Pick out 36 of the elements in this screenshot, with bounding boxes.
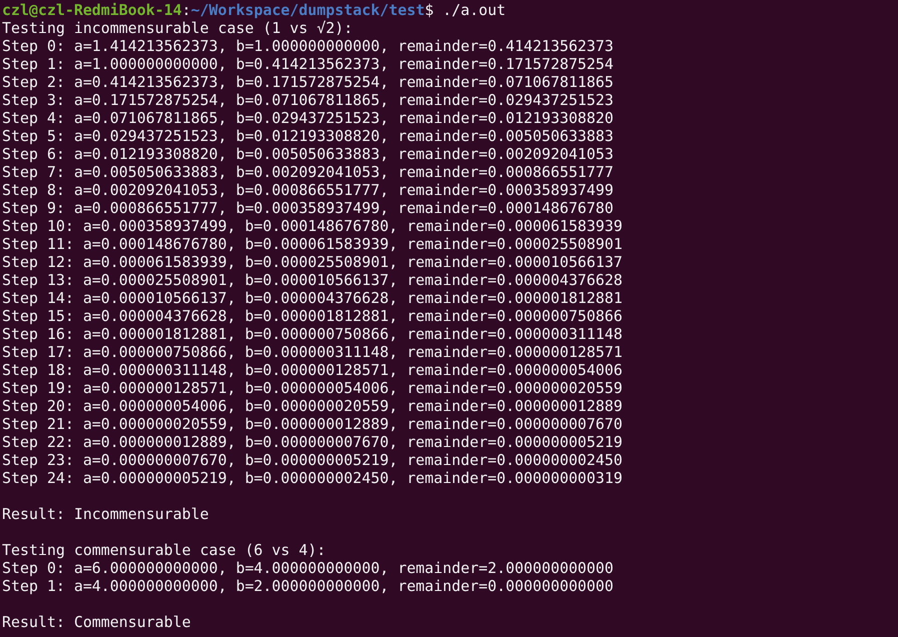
prompt-path: ~/Workspace/dumpstack/test [190,1,425,19]
output-line: Result: Incommensurable [2,505,209,523]
output-line: Step 21: a=0.000000020559, b=0.000000012889, remainder=0.000000007670 [2,415,623,433]
output-line: Step 11: a=0.000148676780, b=0.000061583939, remainder=0.000025508901 [2,235,623,253]
output-line: Step 18: a=0.000000311148, b=0.000000128571, remainder=0.000000054006 [2,361,623,379]
output-line: Step 1: a=1.000000000000, b=0.414213562373, remainder=0.171572875254 [2,55,614,73]
output-line: Step 24: a=0.000000005219, b=0.000000002450, remainder=0.000000000319 [2,469,623,487]
output-line: Step 6: a=0.012193308820, b=0.005050633883, remainder=0.002092041053 [2,145,614,163]
output-line: Step 3: a=0.171572875254, b=0.071067811865, remainder=0.029437251523 [2,91,614,109]
output-line: Step 0: a=6.000000000000, b=4.000000000000, remainder=2.000000000000 [2,559,614,577]
output-line: Step 23: a=0.000000007670, b=0.000000005219, remainder=0.000000002450 [2,451,623,469]
output-line: Step 9: a=0.000866551777, b=0.000358937499, remainder=0.000148676780 [2,199,614,217]
output-line: Step 14: a=0.000010566137, b=0.000004376628, remainder=0.000001812881 [2,289,623,307]
output-line: Testing commensurable case (6 vs 4): [2,541,326,559]
prompt-separator: : [182,1,191,19]
command-text: ./a.out [442,1,506,19]
output-line: Step 0: a=1.414213562373, b=1.000000000000, remainder=0.414213562373 [2,37,614,55]
prompt-user-host: czl@czl-RedmiBook-14 [2,1,182,19]
output-line: Step 17: a=0.000000750866, b=0.000000311148, remainder=0.000000128571 [2,343,623,361]
output-line: Result: Commensurable [2,613,191,631]
output-line: Step 12: a=0.000061583939, b=0.000025508901, remainder=0.000010566137 [2,253,623,271]
output-line: Step 4: a=0.071067811865, b=0.029437251523, remainder=0.012193308820 [2,109,614,127]
output-line: Step 20: a=0.000000054006, b=0.000000020559, remainder=0.000000012889 [2,397,623,415]
output-line: Step 22: a=0.000000012889, b=0.000000007670, remainder=0.000000005219 [2,433,623,451]
output-line: Step 19: a=0.000000128571, b=0.000000054006, remainder=0.000000020559 [2,379,623,397]
output-line: Step 8: a=0.002092041053, b=0.000866551777, remainder=0.000358937499 [2,181,614,199]
output-line: Step 15: a=0.000004376628, b=0.000001812881, remainder=0.000000750866 [2,307,623,325]
output-line: Step 7: a=0.005050633883, b=0.002092041053, remainder=0.000866551777 [2,163,614,181]
output-line: Step 1: a=4.000000000000, b=2.000000000000, remainder=0.000000000000 [2,577,614,595]
output-line: Step 10: a=0.000358937499, b=0.000148676780, remainder=0.000061583939 [2,217,623,235]
output-line: Step 13: a=0.000025508901, b=0.000010566137, remainder=0.000004376628 [2,271,623,289]
prompt-symbol: $ [424,1,434,19]
output-line: Step 2: a=0.414213562373, b=0.171572875254, remainder=0.071067811865 [2,73,614,91]
output-line: Testing incommensurable case (1 vs √2): [2,19,353,37]
output-line: Step 16: a=0.000001812881, b=0.000000750866, remainder=0.000000311148 [2,325,623,343]
output-line: Step 5: a=0.029437251523, b=0.012193308820, remainder=0.005050633883 [2,127,614,145]
